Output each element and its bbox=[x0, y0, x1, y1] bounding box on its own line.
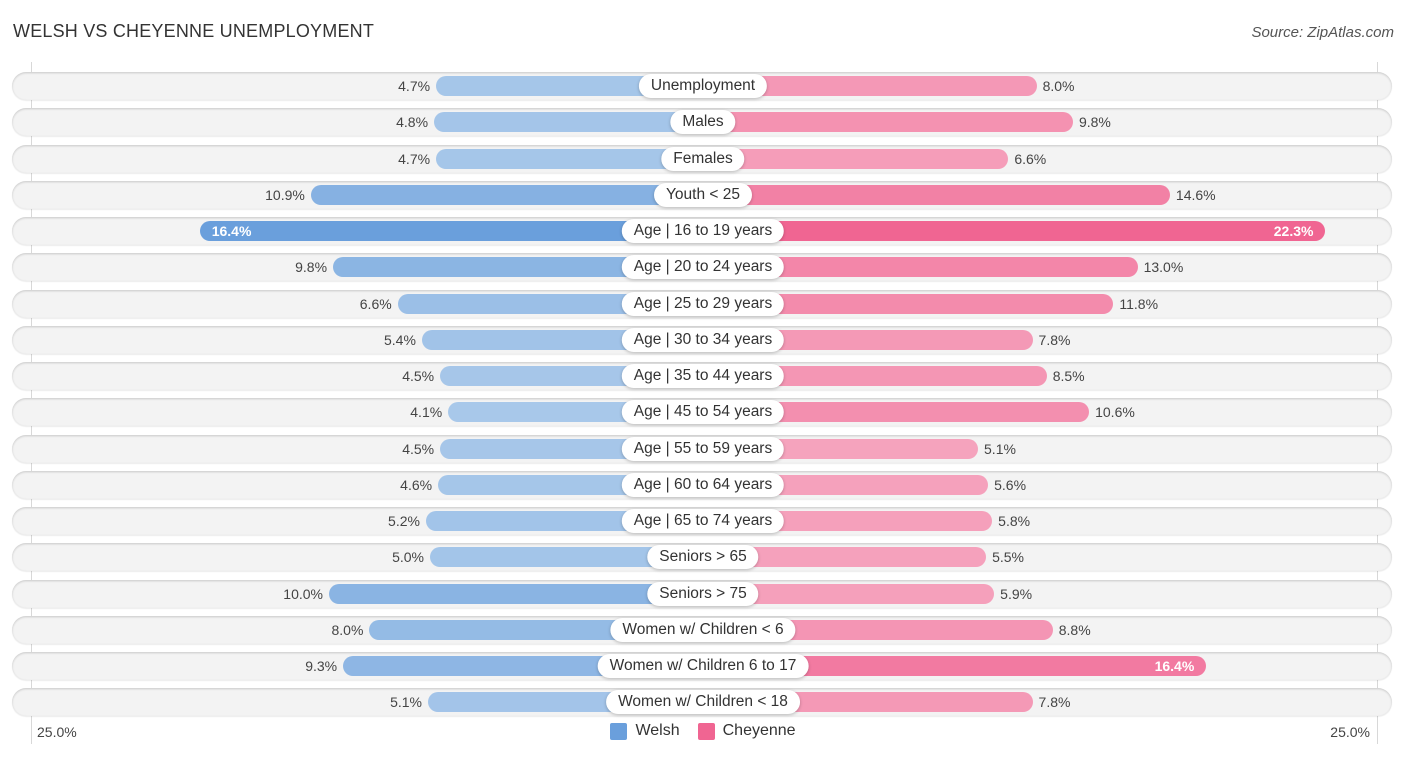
value-label-welsh-age-45-to-54-years: 4.1% bbox=[410, 404, 443, 421]
value-label-cheyenne-age-30-to-34-years: 7.8% bbox=[1038, 331, 1071, 348]
value-label-welsh-age-55-to-59-years: 4.5% bbox=[402, 440, 435, 457]
value-label-welsh-youth-25: 10.9% bbox=[265, 186, 305, 203]
category-label-youth-25: Youth < 25 bbox=[654, 182, 752, 207]
value-label-cheyenne-females: 6.6% bbox=[1014, 150, 1047, 167]
bar-welsh-youth-25[interactable] bbox=[310, 184, 703, 205]
value-label-welsh-unemployment: 4.7% bbox=[398, 78, 431, 94]
value-label-welsh-age-60-to-64-years: 4.6% bbox=[400, 476, 433, 493]
legend-item-cheyenne[interactable]: Cheyenne bbox=[697, 722, 796, 740]
legend-item-welsh[interactable]: Welsh bbox=[610, 722, 680, 740]
legend-label-cheyenne: Cheyenne bbox=[722, 722, 796, 739]
category-label-age-30-to-34-years: Age | 30 to 34 years bbox=[621, 327, 785, 352]
legend: Welsh Cheyenne bbox=[0, 722, 1406, 740]
category-label-age-45-to-54-years: Age | 45 to 54 years bbox=[621, 400, 785, 425]
bar-cheyenne-age-16-to-19-years[interactable] bbox=[703, 221, 1326, 241]
value-label-welsh-age-35-to-44-years: 4.5% bbox=[402, 368, 435, 384]
value-label-cheyenne-age-55-to-59-years: 5.1% bbox=[984, 440, 1016, 457]
value-label-cheyenne-age-20-to-24-years: 13.0% bbox=[1143, 259, 1184, 276]
value-label-cheyenne-age-60-to-64-years: 5.6% bbox=[994, 476, 1027, 493]
value-label-cheyenne-youth-25: 14.6% bbox=[1175, 186, 1216, 203]
value-label-welsh-age-65-to-74-years: 5.2% bbox=[388, 513, 420, 529]
category-label-age-55-to-59-years: Age | 55 to 59 years bbox=[621, 436, 785, 461]
bar-cheyenne-females[interactable] bbox=[703, 148, 1009, 169]
value-label-cheyenne-age-65-to-74-years: 5.8% bbox=[998, 513, 1031, 529]
value-label-welsh-women-w-children-6-to-17: 9.3% bbox=[305, 658, 338, 674]
value-label-welsh-age-25-to-29-years: 6.6% bbox=[359, 295, 392, 312]
value-label-welsh-females: 4.7% bbox=[398, 150, 431, 167]
value-label-cheyenne-age-25-to-29-years: 11.8% bbox=[1119, 295, 1159, 312]
value-label-cheyenne-women-w-children-18: 7.8% bbox=[1038, 694, 1071, 711]
value-label-cheyenne-males: 9.8% bbox=[1078, 114, 1111, 131]
category-label-females: Females bbox=[661, 146, 745, 171]
value-label-cheyenne-women-w-children-6-to-17: 16.4% bbox=[1154, 658, 1195, 674]
value-label-welsh-age-20-to-24-years: 9.8% bbox=[295, 259, 328, 276]
category-label-age-60-to-64-years: Age | 60 to 64 years bbox=[621, 472, 785, 497]
value-label-welsh-males: 4.8% bbox=[396, 114, 429, 131]
category-label-women-w-children-18: Women w/ Children < 18 bbox=[606, 690, 800, 715]
category-label-unemployment: Unemployment bbox=[638, 74, 768, 98]
category-label-age-35-to-44-years: Age | 35 to 44 years bbox=[621, 364, 785, 388]
value-label-welsh-age-16-to-19-years: 16.4% bbox=[211, 223, 252, 239]
bar-cheyenne-males[interactable] bbox=[703, 112, 1073, 133]
value-label-welsh-women-w-children-6: 8.0% bbox=[331, 621, 364, 638]
value-label-cheyenne-women-w-children-6: 8.8% bbox=[1058, 621, 1091, 638]
value-label-cheyenne-seniors-75: 5.9% bbox=[1000, 585, 1033, 602]
legend-swatch-welsh bbox=[610, 722, 628, 740]
category-label-women-w-children-6-to-17: Women w/ Children 6 to 17 bbox=[597, 654, 809, 678]
chart-rows: 4.7% 8.0% Unemployment 4.8% 9.8% Males 4.7% 6.6… bbox=[0, 0, 1406, 757]
value-label-cheyenne-seniors-65: 5.5% bbox=[992, 549, 1025, 566]
value-label-welsh-women-w-children-18: 5.1% bbox=[390, 694, 422, 711]
category-label-males: Males bbox=[670, 110, 736, 135]
value-label-welsh-age-30-to-34-years: 5.4% bbox=[384, 331, 416, 348]
legend-swatch-cheyenne bbox=[697, 722, 715, 740]
category-label-age-16-to-19-years: Age | 16 to 19 years bbox=[621, 219, 785, 243]
value-label-cheyenne-unemployment: 8.0% bbox=[1042, 78, 1075, 94]
value-label-cheyenne-age-16-to-19-years: 22.3% bbox=[1273, 223, 1314, 239]
value-label-cheyenne-age-45-to-54-years: 10.6% bbox=[1095, 404, 1135, 421]
value-label-welsh-seniors-75: 10.0% bbox=[283, 585, 323, 602]
category-label-age-20-to-24-years: Age | 20 to 24 years bbox=[621, 255, 785, 280]
category-label-seniors-75: Seniors > 75 bbox=[647, 581, 759, 606]
bar-cheyenne-youth-25[interactable] bbox=[703, 184, 1170, 205]
legend-label-welsh: Welsh bbox=[635, 722, 680, 739]
category-label-age-65-to-74-years: Age | 65 to 74 years bbox=[621, 509, 785, 533]
category-label-age-25-to-29-years: Age | 25 to 29 years bbox=[621, 291, 785, 316]
value-label-welsh-seniors-65: 5.0% bbox=[392, 549, 424, 566]
value-label-cheyenne-age-35-to-44-years: 8.5% bbox=[1052, 368, 1085, 384]
bar-welsh-males[interactable] bbox=[434, 112, 703, 133]
category-label-women-w-children-6: Women w/ Children < 6 bbox=[610, 617, 796, 642]
category-label-seniors-65: Seniors > 65 bbox=[647, 545, 759, 570]
